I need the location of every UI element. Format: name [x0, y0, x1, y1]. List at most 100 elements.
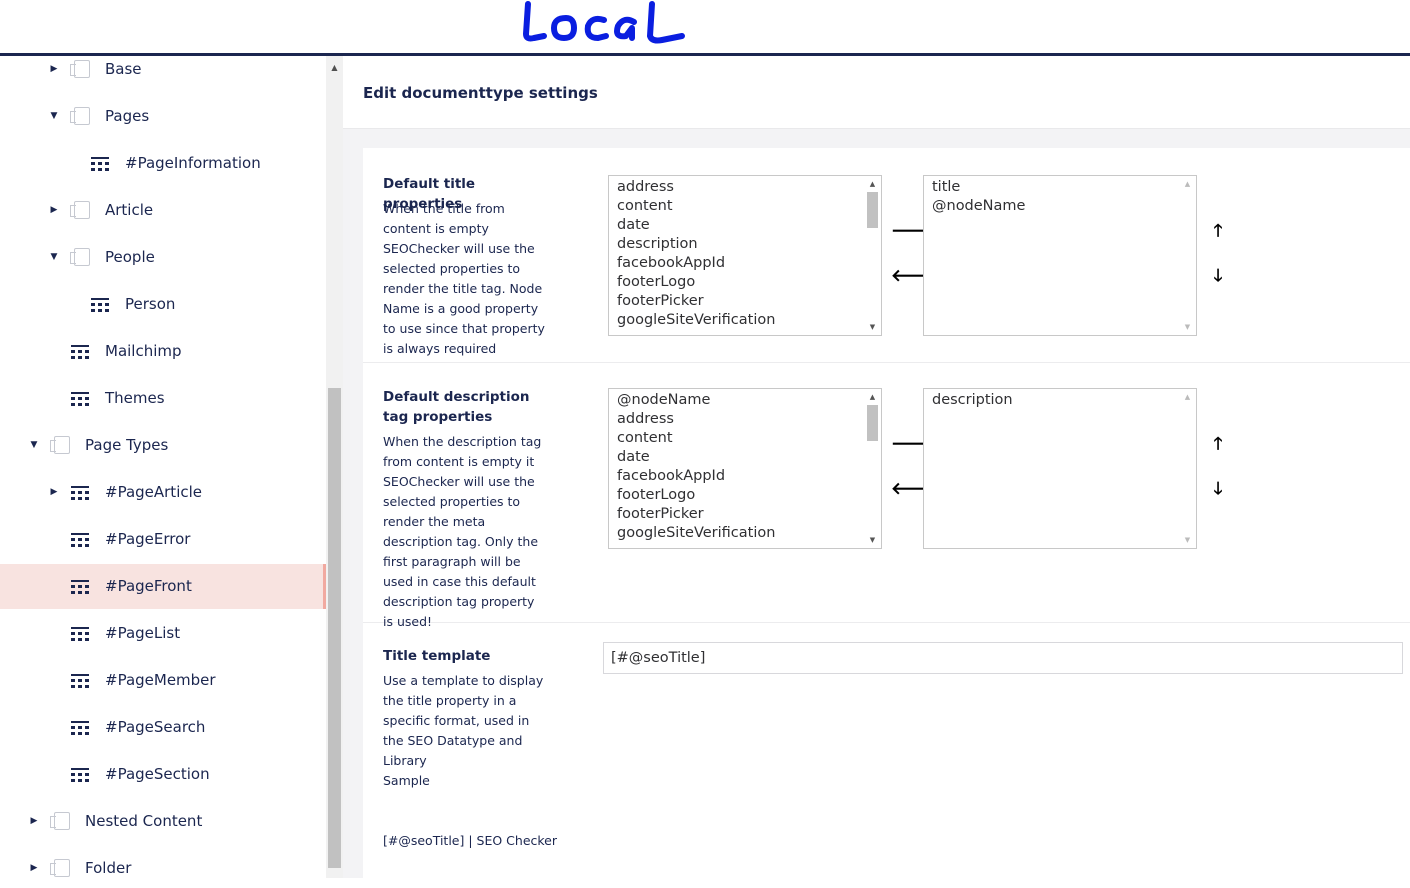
- doctype-icon: [71, 580, 89, 594]
- scroll-down-icon[interactable]: ▼: [864, 319, 881, 335]
- editor-header: Edit documenttype settings: [343, 56, 1410, 129]
- arrow-down-icon[interactable]: 🡓: [1207, 478, 1229, 500]
- doctype-tree: ▶ Base ▼ Pages #PageInformation ▶ Articl…: [0, 56, 326, 878]
- sample-label: Sample: [383, 773, 430, 788]
- tree-item-label: Base: [105, 60, 142, 78]
- list-option[interactable]: facebookAppId: [609, 254, 864, 273]
- arrow-up-icon[interactable]: 🡑: [1207, 220, 1229, 242]
- list-option[interactable]: description: [609, 235, 864, 254]
- sidebar-scrollbar[interactable]: ▲: [326, 56, 343, 878]
- list-option[interactable]: date: [609, 216, 864, 235]
- scroll-down-icon[interactable]: ▼: [1179, 319, 1196, 335]
- tree-item-pages[interactable]: ▼ Pages: [0, 94, 326, 139]
- doctype-icon: [71, 392, 89, 406]
- list-option[interactable]: footerLogo: [609, 486, 864, 505]
- list-option[interactable]: footerLogo: [609, 273, 864, 292]
- doctype-icon: [71, 721, 89, 735]
- tree-item-base[interactable]: ▶ Base: [0, 56, 326, 92]
- tree-item-pageerror[interactable]: #PageError: [0, 517, 326, 562]
- tree-item-page-types[interactable]: ▼ Page Types: [0, 423, 326, 468]
- list-scrollbar[interactable]: ▲ ▼: [864, 389, 881, 548]
- doctype-icon: [71, 486, 89, 500]
- tree-item-pagesection[interactable]: #PageSection: [0, 752, 326, 797]
- scroll-up-icon[interactable]: ▲: [1179, 389, 1196, 405]
- scroll-up-icon[interactable]: ▲: [1179, 176, 1196, 192]
- chevron-right-icon[interactable]: ▶: [49, 188, 59, 233]
- chevron-right-icon[interactable]: ▶: [29, 846, 39, 878]
- chevron-down-icon[interactable]: ▼: [49, 235, 59, 280]
- tree-item-label: #PageSearch: [105, 718, 206, 736]
- tree-item-label: #PageFront: [105, 577, 192, 595]
- available-description-properties-list[interactable]: @nodeName address content date facebookA…: [608, 388, 882, 549]
- list-option[interactable]: footerPicker: [609, 292, 864, 311]
- tree-item-pagefront[interactable]: #PageFront: [0, 564, 326, 609]
- scrollbar-thumb[interactable]: [867, 192, 878, 228]
- scroll-down-icon[interactable]: ▼: [864, 532, 881, 548]
- tree-item-label: #PageList: [105, 624, 181, 642]
- chevron-right-icon[interactable]: ▶: [49, 470, 59, 515]
- scrollbar-thumb[interactable]: [867, 405, 878, 441]
- list-option[interactable]: address: [609, 410, 864, 429]
- tree-item-pagelist[interactable]: #PageList: [0, 611, 326, 656]
- property-description: Use a template to display the title prop…: [383, 673, 544, 768]
- tree-item-label: Folder: [85, 859, 132, 877]
- list-option[interactable]: @nodeName: [924, 197, 1179, 216]
- tree-item-pagesearch[interactable]: #PageSearch: [0, 705, 326, 750]
- top-bar: [0, 0, 1410, 56]
- tree-item-label: #PageError: [105, 530, 191, 548]
- list-option[interactable]: @nodeName: [609, 391, 864, 410]
- doctype-icon: [71, 674, 89, 688]
- available-title-properties-list[interactable]: address content date description faceboo…: [608, 175, 882, 336]
- tree-item-pagemember[interactable]: #PageMember: [0, 658, 326, 703]
- arrow-left-icon[interactable]: 🡐: [891, 478, 937, 500]
- folder-icon: [50, 859, 70, 877]
- folder-icon: [70, 248, 90, 266]
- title-template-input[interactable]: [#@seoTitle]: [603, 642, 1403, 674]
- chevron-down-icon[interactable]: ▼: [29, 423, 39, 468]
- list-scrollbar[interactable]: ▲ ▼: [864, 176, 881, 335]
- tree-item-label: #PageMember: [105, 671, 216, 689]
- scrollbar-thumb[interactable]: [328, 388, 341, 868]
- chevron-right-icon[interactable]: ▶: [29, 799, 39, 844]
- list-scrollbar[interactable]: ▲ ▼: [1179, 176, 1196, 335]
- tree-item-mailchimp[interactable]: Mailchimp: [0, 329, 326, 374]
- tree-item-nested-content[interactable]: ▶ Nested Content: [0, 799, 326, 844]
- list-option[interactable]: googleSiteVerification: [609, 524, 864, 543]
- tree-item-article[interactable]: ▶ Article: [0, 188, 326, 233]
- tree-item-pagearticle[interactable]: ▶ #PageArticle: [0, 470, 326, 515]
- scroll-up-icon[interactable]: ▲: [326, 56, 343, 80]
- list-option[interactable]: googleSiteVerification: [609, 311, 864, 330]
- tree-item-folder[interactable]: ▶ Folder: [0, 846, 326, 878]
- chevron-down-icon[interactable]: ▼: [49, 94, 59, 139]
- scroll-down-icon[interactable]: ▼: [1179, 532, 1196, 548]
- scroll-up-icon[interactable]: ▲: [864, 176, 881, 192]
- list-option[interactable]: description: [924, 391, 1179, 410]
- list-option[interactable]: footerPicker: [609, 505, 864, 524]
- sample-value: [#@seoTitle] | SEO Checker: [383, 833, 558, 848]
- list-option[interactable]: address: [609, 178, 864, 197]
- tree-item-person[interactable]: Person: [0, 282, 326, 327]
- list-option[interactable]: title: [924, 178, 1179, 197]
- selected-description-properties-list[interactable]: description ▲ ▼: [923, 388, 1197, 549]
- description-properties-row: Default description tag properties When …: [363, 362, 1410, 629]
- list-option[interactable]: content: [609, 197, 864, 216]
- arrow-up-icon[interactable]: 🡑: [1207, 433, 1229, 455]
- doctype-icon: [71, 768, 89, 782]
- list-scrollbar[interactable]: ▲ ▼: [1179, 389, 1196, 548]
- tree-item-people[interactable]: ▼ People: [0, 235, 326, 280]
- scroll-up-icon[interactable]: ▲: [864, 389, 881, 405]
- arrow-right-icon[interactable]: 🡒: [891, 433, 937, 455]
- chevron-right-icon[interactable]: ▶: [49, 56, 59, 92]
- arrow-left-icon[interactable]: 🡐: [891, 265, 937, 287]
- arrow-down-icon[interactable]: 🡓: [1207, 265, 1229, 287]
- tree-item-themes[interactable]: Themes: [0, 376, 326, 421]
- list-option[interactable]: content: [609, 429, 864, 448]
- arrow-right-icon[interactable]: 🡒: [891, 220, 937, 242]
- selected-title-properties-list[interactable]: title @nodeName ▲ ▼: [923, 175, 1197, 336]
- folder-icon: [50, 436, 70, 454]
- list-option[interactable]: date: [609, 448, 864, 467]
- tree-item-label: Themes: [105, 389, 165, 407]
- tree-item-label: #PageSection: [105, 765, 210, 783]
- list-option[interactable]: facebookAppId: [609, 467, 864, 486]
- tree-item-pageinformation[interactable]: #PageInformation: [0, 141, 326, 186]
